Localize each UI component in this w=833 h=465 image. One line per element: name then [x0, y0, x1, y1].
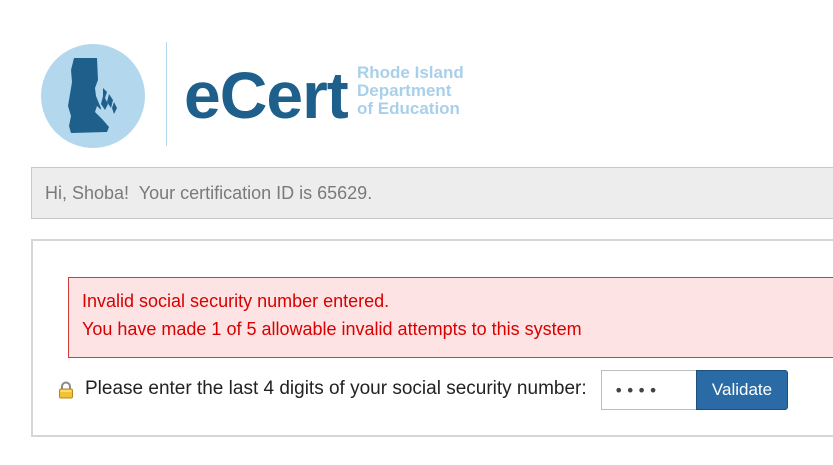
error-alert: Invalid social security number entered. …: [68, 277, 833, 358]
lock-icon: [57, 381, 75, 404]
greeting-bar: Hi, Shoba! Your certification ID is 6562…: [31, 167, 833, 219]
logo-divider: [166, 42, 167, 146]
ride-subtitle-line3: of Education: [357, 99, 460, 118]
ride-subtitle: Rhode Island Department of Education: [357, 64, 464, 118]
ssn-last4-input[interactable]: [601, 370, 697, 410]
ride-subtitle-line1: Rhode Island: [357, 63, 464, 82]
validate-button[interactable]: Validate: [696, 370, 788, 410]
rhode-island-map-logo-icon: [41, 44, 145, 148]
ride-subtitle-line2: Department: [357, 81, 452, 100]
ecert-wordmark: eCert: [184, 58, 349, 132]
attempts-message: You have made 1 of 5 allowable invalid a…: [82, 319, 582, 339]
ssn-prompt-label: Please enter the last 4 digits of your s…: [85, 378, 587, 399]
error-message: Invalid social security number entered.: [82, 291, 390, 311]
